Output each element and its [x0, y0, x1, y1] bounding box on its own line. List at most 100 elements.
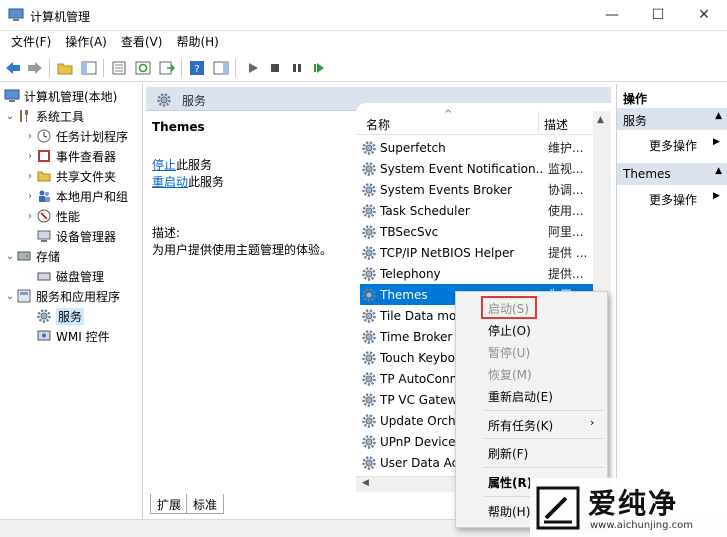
export-list-icon[interactable]: [158, 59, 176, 77]
back-icon[interactable]: [4, 59, 22, 77]
chevron-right-icon[interactable]: ›: [24, 131, 36, 142]
toolbar: ?: [0, 54, 727, 82]
description-text: 为用户提供使用主题管理的体验。: [152, 243, 333, 257]
restart-service-icon[interactable]: [310, 59, 328, 77]
column-header-description[interactable]: 描述: [544, 116, 568, 133]
gear-icon: [360, 349, 378, 367]
gear-icon: [360, 391, 378, 409]
actions-pane: 操作 服务 ▲ 更多操作 ▶ Themes ▲ 更多操作 ▶: [616, 84, 727, 519]
table-row[interactable]: Task Scheduler 使用...: [360, 200, 596, 221]
tree-system-tools[interactable]: ⌄ 系统工具: [4, 106, 84, 126]
clock-icon: [36, 128, 52, 144]
refresh-icon[interactable]: [134, 59, 152, 77]
service-description: 使用...: [548, 204, 584, 218]
gear-icon: [360, 307, 378, 325]
collapse-icon[interactable]: ▲: [715, 166, 722, 176]
gear-icon: [360, 181, 378, 199]
menu-view[interactable]: 查看(V): [114, 31, 170, 53]
menu-help[interactable]: 帮助(H): [169, 31, 225, 53]
pause-service-icon[interactable]: [288, 59, 306, 77]
restart-service-link[interactable]: 重启动: [152, 175, 188, 189]
gear-icon: [360, 433, 378, 451]
tree-disk-management[interactable]: 磁盘管理: [36, 266, 104, 286]
start-service-icon[interactable]: [244, 59, 262, 77]
menu-help[interactable]: 帮助(H): [488, 503, 530, 520]
chevron-right-icon[interactable]: ›: [24, 191, 36, 202]
tree-services[interactable]: 服务: [36, 306, 85, 326]
column-header-name[interactable]: 名称: [366, 116, 390, 133]
gear-icon: [156, 92, 172, 111]
tree-local-users[interactable]: › 本地用户和组: [24, 186, 128, 206]
chevron-right-icon[interactable]: ›: [24, 151, 36, 162]
up-folder-icon[interactable]: [56, 59, 74, 77]
more-actions-services[interactable]: 更多操作: [649, 137, 697, 154]
table-row[interactable]: Superfetch 维护...: [360, 137, 596, 158]
show-hide-action-pane-icon[interactable]: [212, 59, 230, 77]
table-row[interactable]: TBSecSvc 阿里...: [360, 221, 596, 242]
shared-folder-icon: [36, 168, 52, 184]
service-name: System Events Broker: [380, 182, 513, 197]
show-hide-tree-icon[interactable]: [80, 59, 98, 77]
submenu-arrow-icon: ›: [590, 416, 595, 429]
window-title: 计算机管理: [30, 10, 91, 24]
table-row[interactable]: System Event Notification... 监视...: [360, 158, 596, 179]
performance-icon: [36, 208, 52, 224]
menu-restart[interactable]: 重新启动(E): [488, 388, 553, 405]
chevron-down-icon[interactable]: ⌄: [4, 251, 16, 262]
menu-bar: 文件(F) 操作(A) 查看(V) 帮助(H): [0, 31, 727, 53]
scroll-up-icon[interactable]: ▲: [597, 115, 604, 125]
tab-extended[interactable]: 扩展: [150, 494, 189, 514]
tree-event-viewer[interactable]: › 事件查看器: [24, 146, 116, 166]
gear-icon: [360, 265, 378, 283]
menu-resume[interactable]: 恢复(M): [488, 366, 532, 383]
watermark-brand: 爱纯净: [588, 487, 679, 520]
actions-group-themes[interactable]: Themes ▲: [617, 163, 727, 185]
computer-icon: [4, 88, 20, 104]
menu-action[interactable]: 操作(A): [58, 31, 114, 53]
service-name: Task Scheduler: [380, 203, 470, 218]
minimize-button[interactable]: —: [589, 0, 635, 30]
more-actions-themes[interactable]: 更多操作: [649, 191, 697, 208]
chevron-right-icon[interactable]: ›: [24, 211, 36, 222]
menu-refresh[interactable]: 刷新(F): [488, 445, 528, 462]
tree-storage[interactable]: ⌄ 存储: [4, 246, 60, 266]
table-row[interactable]: Telephony 提供...: [360, 263, 596, 284]
close-button[interactable]: ✕: [681, 0, 727, 30]
table-row[interactable]: System Events Broker 协调...: [360, 179, 596, 200]
tools-icon: [16, 108, 32, 124]
device-manager-icon: [36, 228, 52, 244]
tree-wmi-control[interactable]: WMI 控件: [36, 326, 110, 346]
event-viewer-icon: [36, 148, 52, 164]
gear-icon: [360, 244, 378, 262]
menu-pause[interactable]: 暂停(U): [488, 344, 530, 361]
stop-service-icon[interactable]: [266, 59, 284, 77]
actions-group-services[interactable]: 服务 ▲: [617, 108, 727, 130]
maximize-button[interactable]: ☐: [635, 0, 681, 30]
help-icon[interactable]: ?: [188, 59, 206, 77]
menu-file[interactable]: 文件(F): [4, 31, 58, 53]
forward-icon[interactable]: [26, 59, 44, 77]
properties-icon[interactable]: [110, 59, 128, 77]
tree-services-apps[interactable]: ⌄ 服务和应用程序: [4, 286, 120, 306]
service-name: Telephony: [380, 266, 441, 281]
watermark: 爱纯净 www.aichunjing.com: [530, 478, 727, 537]
table-row[interactable]: TCP/IP NetBIOS Helper 提供 ...: [360, 242, 596, 263]
menu-stop[interactable]: 停止(O): [488, 322, 531, 339]
list-header: 名称 ^ 描述: [356, 109, 611, 135]
chevron-down-icon[interactable]: ⌄: [4, 111, 16, 122]
menu-properties[interactable]: 属性(R): [488, 474, 532, 491]
tree-task-scheduler[interactable]: › 任务计划程序: [24, 126, 128, 146]
description-label: 描述:: [152, 226, 181, 240]
disk-icon: [36, 268, 52, 284]
scroll-left-icon[interactable]: ◀: [362, 478, 369, 488]
tree-shared-folders[interactable]: › 共享文件夹: [24, 166, 116, 186]
collapse-icon[interactable]: ▲: [715, 111, 722, 121]
chevron-right-icon[interactable]: ›: [24, 171, 36, 182]
menu-all-tasks[interactable]: 所有任务(K): [488, 417, 553, 434]
tree-root[interactable]: 计算机管理(本地): [4, 86, 117, 106]
stop-service-link[interactable]: 停止: [152, 158, 176, 172]
tab-standard[interactable]: 标准: [186, 494, 225, 514]
chevron-down-icon[interactable]: ⌄: [4, 291, 16, 302]
tree-device-manager[interactable]: 设备管理器: [36, 226, 116, 246]
tree-performance[interactable]: › 性能: [24, 206, 80, 226]
